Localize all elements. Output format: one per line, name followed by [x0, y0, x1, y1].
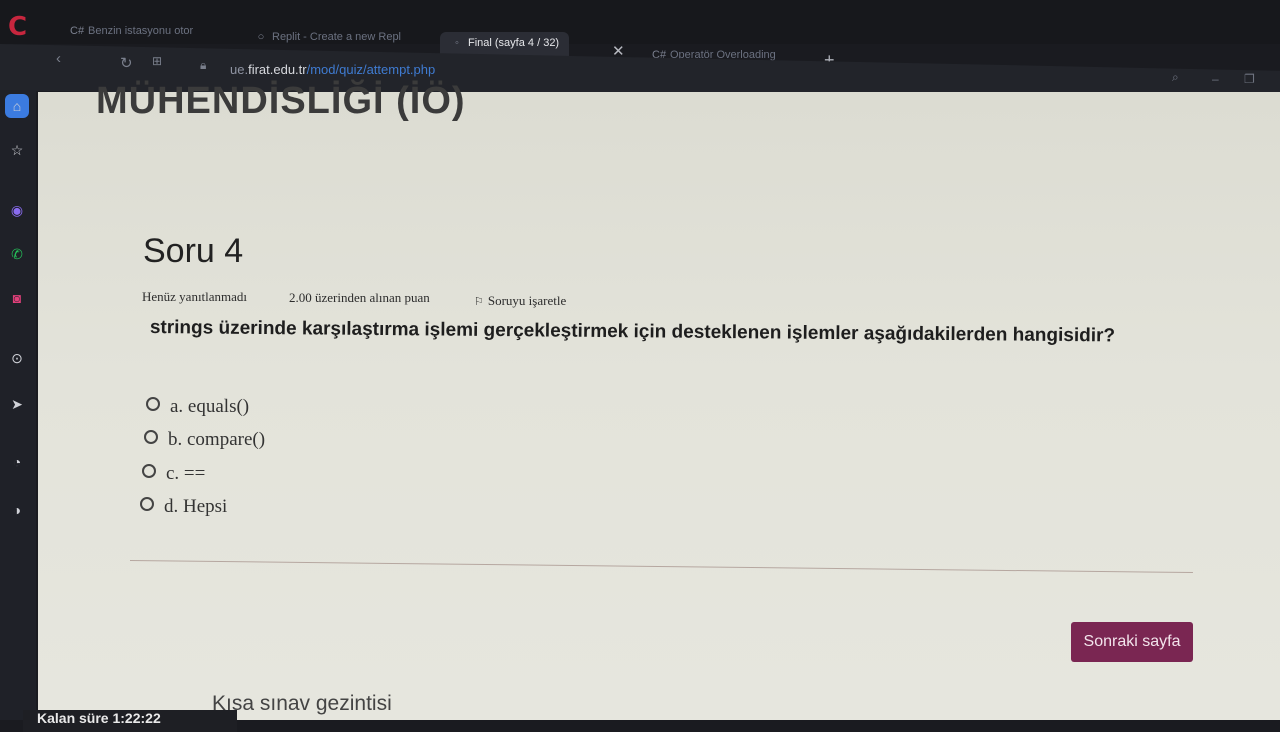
time-remaining: Kalan süre 1:22:22 [23, 710, 237, 732]
player-icon[interactable]: ⊙ [5, 346, 29, 370]
radio-b[interactable] [144, 430, 158, 444]
flag-question-link[interactable]: ⚐ Soruyu işaretle [474, 293, 566, 309]
question-status: Henüz yanıtlanmadı [142, 289, 248, 304]
restore-icon[interactable]: ❐ [1244, 72, 1255, 86]
reload-icon[interactable]: ↻ [120, 54, 133, 72]
tab-replit[interactable]: ○ Replit - Create a new Repl [254, 26, 401, 50]
tab-benzin[interactable]: C# Benzin istasyonu otor [70, 20, 193, 44]
tab-final[interactable]: ◦ Final (sayfa 4 / 32) [440, 32, 570, 56]
url-domain: firat.edu.tr [248, 62, 307, 77]
lock-icon: 🔒︎ [200, 58, 207, 72]
tab-bar: C C# Benzin istasyonu otor ○ Replit - Crea… [0, 0, 1280, 61]
question-text: strings üzerinde karşılaştırma işlemi ge… [149, 317, 1116, 347]
minimize-icon[interactable]: – [1212, 72, 1219, 86]
tab-label: Benzin istasyonu otor [88, 25, 194, 37]
divider [129, 560, 1193, 574]
next-page-button[interactable]: Sonraki sayfa [1071, 622, 1193, 662]
search-icon[interactable]: ⌕ [1172, 70, 1179, 85]
url-path: /mod/quiz/attempt.php [306, 62, 436, 77]
home-icon[interactable]: ⌂ [5, 94, 29, 118]
flag-icon: ⚐ [474, 296, 484, 308]
option-d[interactable]: d. Hepsi [140, 496, 227, 518]
option-label: b. compare() [168, 429, 266, 450]
option-c[interactable]: c. == [142, 463, 205, 485]
csharp-icon: C# [70, 25, 85, 37]
replit-icon: ○ [257, 31, 265, 43]
option-label: c. == [166, 463, 206, 484]
settings-icon[interactable]: ◑ [5, 498, 29, 522]
whatsapp-icon[interactable]: ✆ [5, 242, 29, 266]
radio-c[interactable] [142, 464, 156, 478]
question-title: Soru 4 [143, 232, 244, 270]
opera-logo-icon[interactable]: C [8, 14, 34, 40]
course-heading: MÜHENDİSLİĞİ (İÖ) [96, 80, 466, 122]
tabs-grid-icon[interactable]: ⊞ [152, 54, 162, 68]
messenger-icon[interactable]: ◉ [5, 198, 29, 222]
moodle-icon: ◦ [455, 37, 459, 49]
flag-label: Soruyu işaretle [487, 293, 567, 308]
tab-label: Replit - Create a new Repl [272, 31, 402, 43]
option-a[interactable]: a. equals() [146, 396, 249, 418]
option-b[interactable]: b. compare() [144, 429, 265, 451]
bookmarks-icon[interactable]: ☆ [5, 138, 29, 162]
url-field[interactable]: ue.firat.edu.tr/mod/quiz/attempt.php [230, 62, 435, 77]
quiz-navigation-title: Kısa sınav gezintisi [212, 692, 392, 715]
radio-d[interactable] [140, 497, 154, 511]
radio-a[interactable] [146, 397, 160, 411]
option-label: d. Hepsi [164, 496, 228, 517]
instagram-icon[interactable]: ◙ [5, 286, 29, 310]
tab-label: Final (sayfa 4 / 32) [468, 37, 560, 49]
option-label: a. equals() [170, 396, 250, 417]
question-points: 2.00 üzerinden alınan puan [289, 290, 430, 305]
quiz-page: MÜHENDİSLİĞİ (İÖ) Soru 4 Henüz yanıtlanm… [23, 80, 1280, 732]
send-icon[interactable]: ➤ [5, 392, 29, 416]
url-prefix: ue. [230, 62, 249, 77]
back-icon[interactable]: ‹ [56, 50, 61, 67]
sidebar: ⌂ ☆ ◉ ✆ ◙ ⊙ ➤ ◔ ◑ [0, 90, 36, 720]
history-icon[interactable]: ◔ [5, 450, 29, 474]
